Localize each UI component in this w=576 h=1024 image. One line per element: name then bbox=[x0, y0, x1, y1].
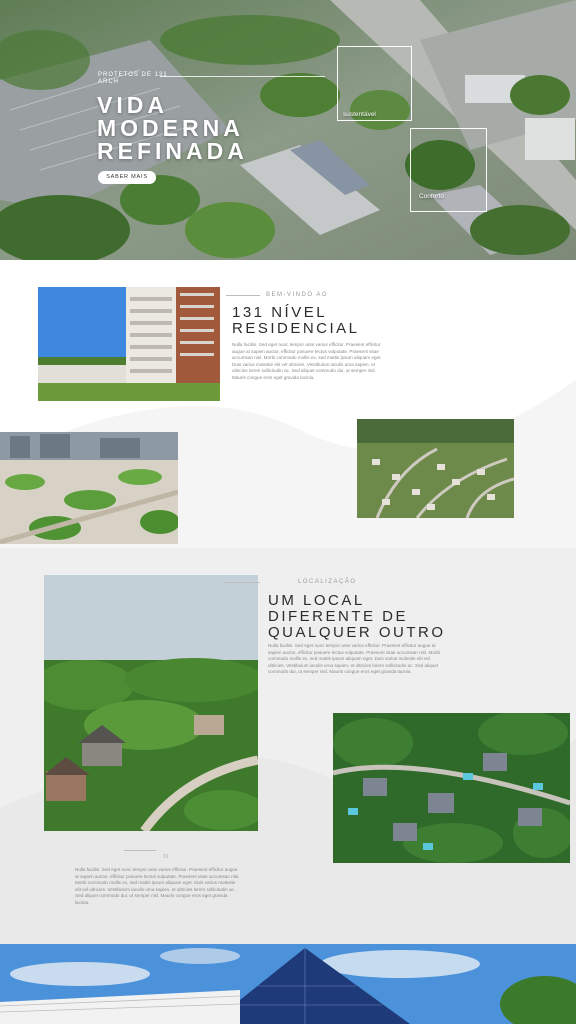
residential-building-photo bbox=[38, 287, 220, 401]
welcome-heading-line: RESIDENCIAL bbox=[232, 320, 360, 337]
paragraph-line: Nulla facilisi. Sed eget nunc tempor ant… bbox=[75, 867, 238, 872]
hero-title: VIDA MODERNA REFINADA bbox=[97, 94, 248, 163]
location-section: LOCALIZAÇÃO UM LOCAL DIFERENTE DE QUALQU… bbox=[0, 548, 576, 944]
paragraph-line: commodo mollis ex, sed mattis ipsum aliq… bbox=[268, 656, 430, 662]
paragraph-line: Sed aliquet commodo dui, ut semper nisl.… bbox=[75, 893, 228, 899]
paragraph-line: accumsan nisl. Morbi commodo mollis ex, … bbox=[232, 355, 382, 361]
highlight-frame-sustainable bbox=[337, 46, 412, 121]
location-paragraph: Nulla facilisi. Sed eget nunc tempor ant… bbox=[268, 643, 463, 676]
welcome-heading-line: 131 NÍVEL bbox=[232, 304, 328, 321]
architecture-photo-section bbox=[0, 944, 576, 1024]
section-number: 01 bbox=[163, 854, 169, 860]
paragraph-line: Nulla facilisi. Sed eget nunc tempor ant… bbox=[232, 342, 381, 347]
paragraph-line: sapien auctor, efficitur posuere lectus … bbox=[268, 649, 441, 655]
neighborhood-trees-photo bbox=[44, 575, 258, 831]
welcome-eyebrow: BEM-VINDO AO bbox=[266, 292, 329, 298]
frame-label-comfort: Conforto bbox=[419, 193, 444, 200]
paragraph-line: at sapien auctor, efficitur posuere lect… bbox=[75, 873, 240, 879]
location-heading-line: QUALQUER OUTRO bbox=[268, 624, 446, 641]
hero-title-line: VIDA bbox=[97, 92, 168, 118]
paragraph-line: Duis varius molestie elit vel ultricies.… bbox=[232, 361, 375, 367]
urban-plaza-photo bbox=[0, 432, 178, 544]
location-paragraph-secondary: Nulla facilisi. Sed eget nunc tempor ant… bbox=[75, 867, 260, 907]
location-heading-line: UM LOCAL bbox=[268, 592, 365, 609]
paragraph-line: commodo dui, ut semper nisl. Mauris cong… bbox=[268, 669, 412, 675]
paragraph-line: lacinia. bbox=[75, 899, 90, 905]
aerial-homes-pools-photo bbox=[333, 713, 570, 863]
hero-title-line: REFINADA bbox=[97, 138, 248, 164]
welcome-paragraph: Nulla facilisi. Sed eget nunc tempor ant… bbox=[232, 342, 407, 382]
hero-aerial-image bbox=[0, 0, 576, 260]
hero-title-line: MODERNA bbox=[97, 115, 244, 141]
eyebrow-divider bbox=[226, 295, 260, 296]
hero-eyebrow: Protetos de 131 Arch bbox=[98, 72, 168, 85]
welcome-heading: 131 NÍVEL RESIDENCIAL bbox=[232, 305, 360, 337]
paragraph-line: ultricies. Vestibulum iaculis urna sapie… bbox=[268, 662, 439, 668]
paragraph-line: Morbi commodo mollis ex, sed mattis ipsu… bbox=[75, 880, 236, 886]
location-heading: UM LOCAL DIFERENTE DE QUALQUER OUTRO bbox=[268, 593, 446, 641]
paragraph-line: ultricies lorem sollicitudin ac. Sed ali… bbox=[232, 368, 376, 374]
paragraph-line: Nulla facilisi. Sed eget nunc tempor ant… bbox=[268, 643, 436, 648]
suburb-aerial-photo bbox=[357, 419, 514, 518]
hero-eyebrow-divider bbox=[160, 76, 325, 77]
small-divider bbox=[124, 850, 156, 851]
paragraph-line: augue at sapien auctor, efficitur posuer… bbox=[232, 348, 379, 354]
learn-more-button[interactable]: SABER MAIS bbox=[98, 171, 156, 184]
location-heading-line: DIFERENTE DE bbox=[268, 608, 409, 625]
location-eyebrow: LOCALIZAÇÃO bbox=[298, 579, 357, 585]
hero-section: Protetos de 131 Arch VIDA MODERNA REFINA… bbox=[0, 0, 576, 260]
glass-pyramid-photo bbox=[0, 944, 576, 1024]
paragraph-line: Mauris congue eros eget gravida lacinia. bbox=[232, 374, 315, 380]
welcome-section: BEM-VINDO AO 131 NÍVEL RESIDENCIAL Nulla… bbox=[0, 260, 576, 548]
paragraph-line: elit vel ultricies. Vestibulum iaculis u… bbox=[75, 886, 236, 892]
eyebrow-divider bbox=[224, 582, 260, 583]
frame-label-sustainable: sustentável bbox=[343, 111, 376, 118]
